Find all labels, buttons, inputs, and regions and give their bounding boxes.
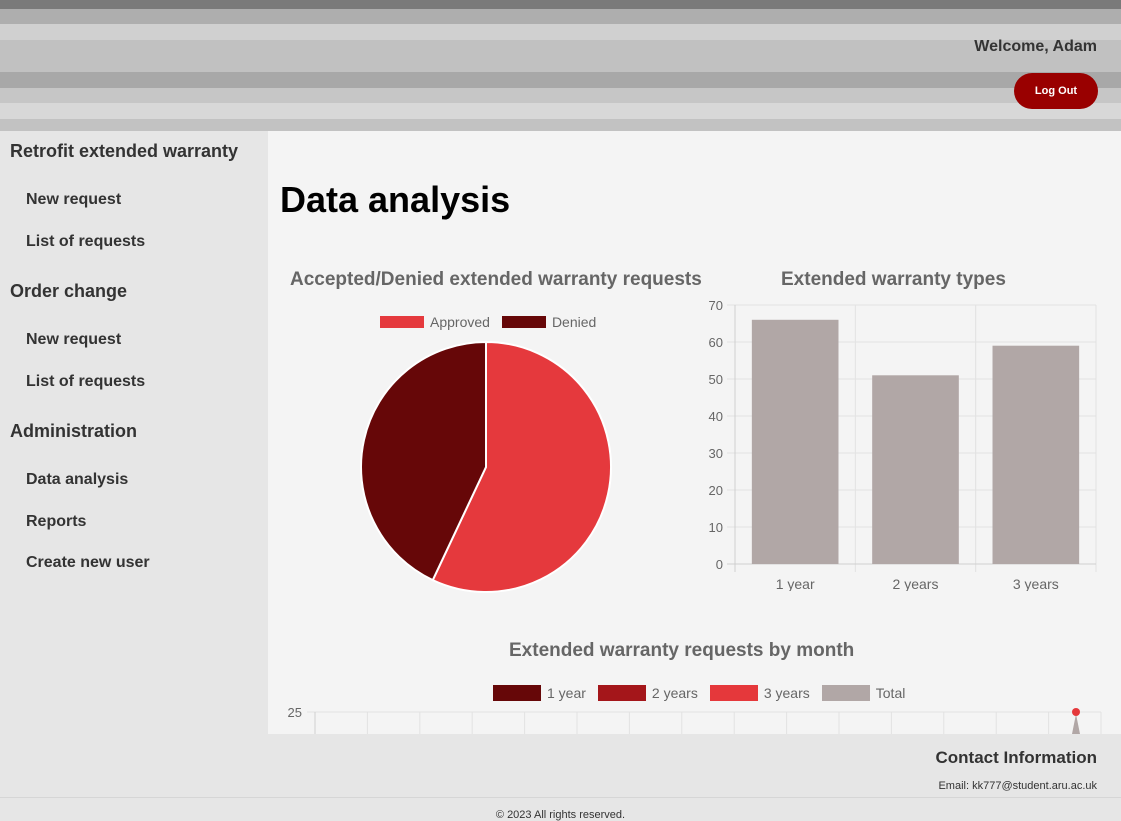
month-y-tick-label: 25 <box>288 705 302 720</box>
bar-y-tick-label: 30 <box>709 446 723 461</box>
legend-item-2-years[interactable]: 2 years <box>597 685 698 701</box>
sidebar-item-warranty-new-request[interactable]: New request <box>26 191 121 209</box>
bar-y-tick-label: 60 <box>709 335 723 350</box>
sidebar-item-order-new-request[interactable]: New request <box>26 331 121 349</box>
sidebar: Retrofit extended warranty New request L… <box>0 131 268 734</box>
bar-2-years[interactable] <box>872 375 959 564</box>
legend-item-denied[interactable]: Denied <box>501 314 597 330</box>
legend-swatch-total <box>821 685 870 701</box>
bar-x-tick-label: 1 year <box>776 576 815 591</box>
copyright: © 2023 All rights reserved. <box>495 809 626 821</box>
legend-label-2-years: 2 years <box>651 685 698 701</box>
legend-label-1-year: 1 year <box>547 685 586 701</box>
sidebar-section-retrofit-warranty: Retrofit extended warranty <box>10 141 239 161</box>
legend-item-total[interactable]: Total <box>821 685 906 701</box>
bar-x-tick-label: 2 years <box>893 576 939 591</box>
welcome-message: Welcome, Adam <box>974 38 1097 55</box>
contact-title: Contact Information <box>935 748 1098 767</box>
bar-y-tick-label: 50 <box>709 372 723 387</box>
sidebar-item-create-new-user[interactable]: Create new user <box>26 554 150 572</box>
legend-swatch-approved <box>380 316 424 328</box>
logout-button[interactable]: Log Out <box>1014 73 1098 109</box>
bar-chart: 0 10 20 30 40 50 60 70 1 year 2 years 3 years <box>709 298 1097 591</box>
month-total-area-peak <box>1072 714 1080 734</box>
legend-swatch-3-years <box>709 685 758 701</box>
bar-y-tick-label: 0 <box>716 557 723 572</box>
legend-swatch-2-years <box>597 685 646 701</box>
legend-label-3-years: 3 years <box>763 685 810 701</box>
page-header: Welcome, Adam Log Out <box>0 0 1121 131</box>
sidebar-item-data-analysis[interactable]: Data analysis <box>26 471 128 489</box>
bar-1-year[interactable] <box>751 319 839 564</box>
month-chart: 25 <box>288 705 1102 734</box>
legend-label-denied: Denied <box>551 314 597 330</box>
pie-chart-legend: Approved Denied <box>380 314 608 330</box>
sidebar-item-reports[interactable]: Reports <box>26 513 86 531</box>
bar-chart-title: Extended warranty types <box>781 269 1006 290</box>
bar-y-tick-label: 70 <box>709 298 723 313</box>
month-chart-legend: 1 year 2 years 3 years Total <box>493 685 917 701</box>
month-data-point[interactable] <box>1072 708 1080 716</box>
legend-swatch-1-year <box>493 685 541 701</box>
bar-y-tick-label: 20 <box>709 483 723 498</box>
legend-item-3-years[interactable]: 3 years <box>709 685 810 701</box>
pie-chart <box>360 340 612 593</box>
bar-3-years[interactable] <box>992 345 1080 564</box>
sidebar-section-order-change: Order change <box>10 281 128 301</box>
legend-label-approved: Approved <box>430 314 490 330</box>
pie-chart-title: Accepted/Denied extended warranty reques… <box>290 269 702 290</box>
footer-divider <box>0 797 1121 798</box>
main-content: Data analysis Accepted/Denied extended w… <box>268 131 1121 734</box>
sidebar-item-warranty-list-of-requests[interactable]: List of requests <box>26 233 145 251</box>
legend-label-total: Total <box>875 685 906 701</box>
legend-item-approved[interactable]: Approved <box>380 314 490 330</box>
sidebar-item-order-list-of-requests[interactable]: List of requests <box>26 373 145 391</box>
bar-y-tick-label: 10 <box>709 520 723 535</box>
page-title: Data analysis <box>280 179 511 220</box>
sidebar-section-administration: Administration <box>10 421 138 441</box>
bar-y-tick-label: 40 <box>709 409 723 424</box>
contact-email: Email: kk777@student.aru.ac.uk <box>938 780 1097 792</box>
page-footer: Contact Information Email: kk777@student… <box>0 734 1121 821</box>
legend-item-1-year[interactable]: 1 year <box>493 685 586 701</box>
bar-x-tick-label: 3 years <box>1013 576 1059 591</box>
month-chart-title: Extended warranty requests by month <box>509 640 855 661</box>
legend-swatch-denied <box>501 316 546 328</box>
